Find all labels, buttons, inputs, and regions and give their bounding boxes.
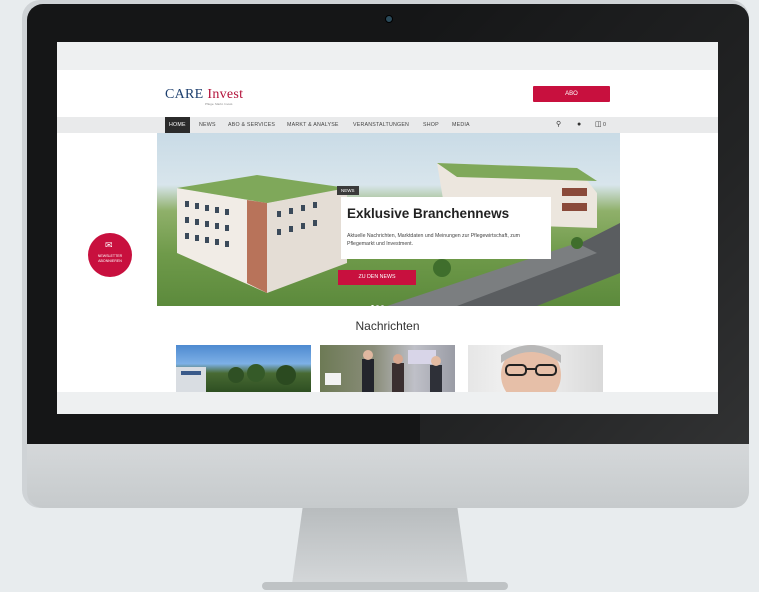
hero-slider[interactable]: NEWS Exklusive Branchennews Aktuelle Nac… (157, 133, 620, 306)
thumbnail-image (176, 364, 296, 392)
newsletter-label: NEWSLETTER ABONNIEREN (97, 254, 123, 263)
monitor-chin (27, 444, 749, 508)
hero-text: Aktuelle Nachrichten, Marktdaten und Mei… (347, 233, 521, 247)
webcam-icon (385, 15, 393, 23)
site-logo[interactable]: CARE Invest (165, 87, 243, 103)
slider-dot[interactable] (381, 305, 384, 306)
nav-item-media[interactable]: MEDIA (452, 117, 470, 133)
cart-icon[interactable]: ◫ (595, 121, 602, 129)
hero-title: Exklusive Branchennews (347, 206, 510, 221)
abo-button[interactable]: ABO (533, 86, 610, 102)
nav-item-veranstaltungen[interactable]: VERANSTALTUNGEN (353, 117, 409, 133)
user-icon[interactable]: ● (577, 121, 581, 129)
thumbnail-image (325, 350, 442, 392)
news-thumbnail-3[interactable] (468, 345, 603, 392)
news-thumbnail-2[interactable] (320, 345, 455, 392)
monitor-stand (292, 508, 468, 584)
slider-dot[interactable] (371, 305, 374, 306)
nav-item-news[interactable]: NEWS (199, 117, 216, 133)
newsletter-button[interactable]: ✉ NEWSLETTER ABONNIEREN (88, 233, 132, 277)
screen-top-band (57, 42, 718, 70)
envelope-icon: ✉ (105, 240, 113, 250)
logo-main-text: CARE (165, 87, 204, 102)
thumbnail-image (501, 345, 561, 392)
nav-item-shop[interactable]: SHOP (423, 117, 439, 133)
main-nav: HOME NEWS ABO & SERVICES MARKT & ANALYSE… (57, 117, 718, 133)
nav-item-abo-services[interactable]: ABO & SERVICES (228, 117, 275, 133)
nav-item-markt-analyse[interactable]: MARKT & ANALYSE (287, 117, 339, 133)
hero-tag: NEWS (337, 186, 359, 195)
slider-dot[interactable] (376, 305, 379, 306)
screen: CARE Invest Pflege. Markt. Invest. ABO H… (57, 42, 718, 414)
cart-count: 0 (603, 122, 607, 128)
news-thumbnail-1[interactable] (176, 345, 311, 392)
search-icon[interactable]: ⚲ (556, 121, 561, 129)
monitor-stand-base (262, 582, 508, 590)
logo-tagline: Pflege. Markt. Invest. (205, 102, 234, 106)
logo-accent-text: Invest (207, 87, 244, 102)
screen-bottom-band (57, 392, 718, 414)
slider-dots (370, 295, 385, 306)
hero-news-button[interactable]: ZU DEN NEWS (338, 270, 416, 285)
nav-item-home[interactable]: HOME (165, 117, 190, 133)
section-title: Nachrichten (355, 319, 420, 333)
